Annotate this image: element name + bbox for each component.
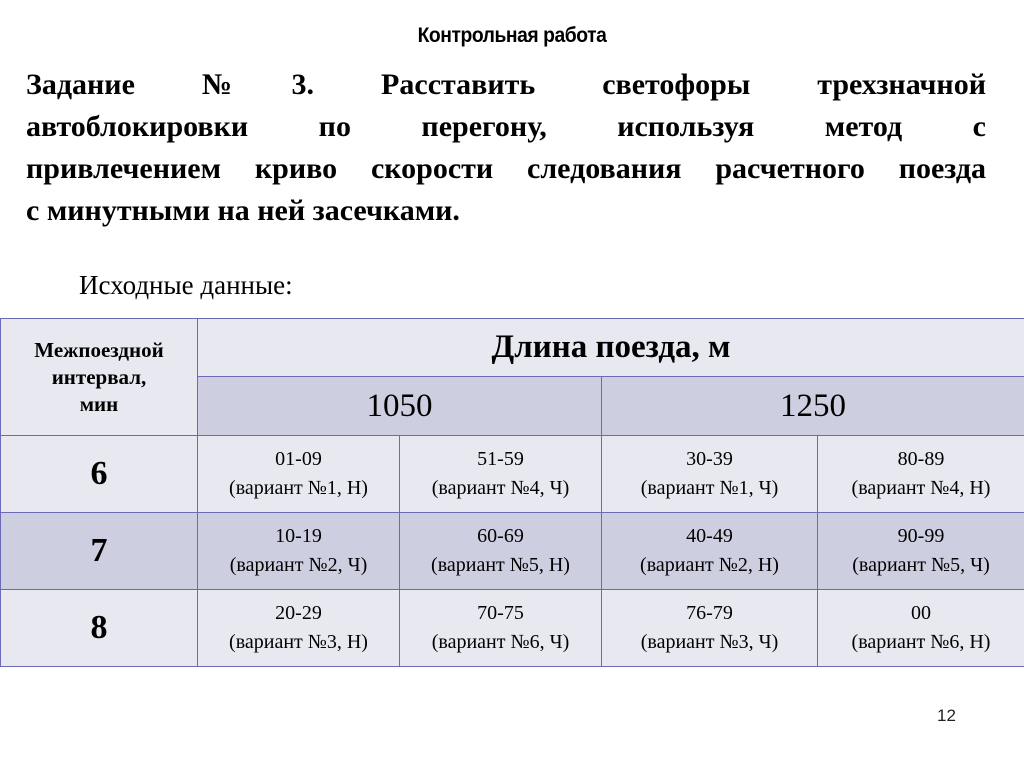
variant-cell: 01-09 (вариант №1, Н) bbox=[197, 435, 400, 513]
range: 70-75 bbox=[477, 602, 524, 624]
source-data-label: Исходные данные: bbox=[79, 270, 293, 300]
variant-cell: 10-19 (вариант №2, Ч) bbox=[197, 512, 400, 590]
variant-cell: 70-75 (вариант №6, Ч) bbox=[399, 589, 602, 667]
slide-title: Контрольная работа bbox=[417, 24, 607, 47]
task-line: привлечением криво скорости следования р… bbox=[26, 152, 986, 185]
variant-cell: 80-89 (вариант №4, Н) bbox=[817, 435, 1024, 513]
range: 10-19 bbox=[275, 525, 322, 547]
variant-cell: 40-49 (вариант №2, Н) bbox=[601, 512, 818, 590]
page-number: 12 bbox=[937, 706, 956, 725]
variant: (вариант №4, Ч) bbox=[431, 477, 570, 499]
interval-header-line: интервал, bbox=[51, 364, 147, 389]
range: 80-89 bbox=[897, 448, 945, 470]
interval-value: 8 bbox=[0, 589, 198, 667]
variant: (вариант №2, Ч) bbox=[229, 554, 368, 576]
range: 40-49 bbox=[686, 525, 733, 547]
length-1050-header: 1050 bbox=[197, 376, 602, 436]
variant: (вариант №3, Н) bbox=[229, 631, 368, 653]
range: 20-29 bbox=[275, 602, 322, 624]
interval-header-line: мин bbox=[79, 391, 119, 416]
variant: (вариант №1, Ч) bbox=[640, 477, 779, 499]
interval-header-line: Межпоездной bbox=[34, 337, 164, 362]
table-row: 6 01-09 (вариант №1, Н) 51-59 (вариант №4,… bbox=[0, 435, 1024, 513]
range: 76-79 bbox=[686, 602, 733, 624]
variant: (вариант №4, Н) bbox=[851, 477, 991, 499]
range: 01-09 bbox=[275, 448, 322, 470]
interval-header: Межпоездной интервал, мин bbox=[0, 318, 198, 436]
variant: (вариант №2, Н) bbox=[640, 554, 779, 576]
task-line: автоблокировки по перегону, используя ме… bbox=[26, 110, 986, 143]
variant-cell: 00 (вариант №6, Н) bbox=[817, 589, 1024, 667]
variant: (вариант №3, Ч) bbox=[640, 631, 779, 653]
variant-cell: 60-69 (вариант №5, Н) bbox=[399, 512, 602, 590]
variant-cell: 76-79 (вариант №3, Ч) bbox=[601, 589, 818, 667]
range: 00 bbox=[911, 602, 931, 624]
variant: (вариант №1, Н) bbox=[229, 477, 368, 499]
table-row: 8 20-29 (вариант №3, Н) 70-75 (вариант №6,… bbox=[0, 589, 1024, 667]
range: 60-69 bbox=[477, 525, 524, 547]
variant: (вариант №6, Ч) bbox=[431, 631, 570, 653]
variant-cell: 30-39 (вариант №1, Ч) bbox=[601, 435, 818, 513]
task-line: с минутными на ней засечками. bbox=[26, 194, 460, 227]
length-1250-header: 1250 bbox=[601, 376, 1024, 436]
variant: (вариант №5, Н) bbox=[431, 554, 570, 576]
interval-value: 7 bbox=[0, 512, 198, 590]
range: 51-59 bbox=[477, 448, 524, 470]
variant: (вариант №6, Н) bbox=[851, 631, 991, 653]
variant-cell: 51-59 (вариант №4, Ч) bbox=[399, 435, 602, 513]
range: 30-39 bbox=[686, 448, 733, 470]
variant-cell: 20-29 (вариант №3, Н) bbox=[197, 589, 400, 667]
task-text: Задание №3. Расставить светофоры трехзна… bbox=[26, 64, 986, 232]
source-data-table: Межпоездной интервал, мин Длина поезда, … bbox=[0, 318, 1024, 667]
interval-value: 6 bbox=[0, 435, 198, 513]
variant: (вариант №5, Ч) bbox=[852, 554, 990, 576]
table-row: 7 10-19 (вариант №2, Ч) 60-69 (вариант №5,… bbox=[0, 512, 1024, 590]
range: 90-99 bbox=[897, 525, 945, 547]
variant-cell: 90-99 (вариант №5, Ч) bbox=[817, 512, 1024, 590]
train-length-header: Длина поезда, м bbox=[197, 318, 1024, 377]
task-line: Задание №3. Расставить светофоры трехзна… bbox=[26, 68, 986, 101]
